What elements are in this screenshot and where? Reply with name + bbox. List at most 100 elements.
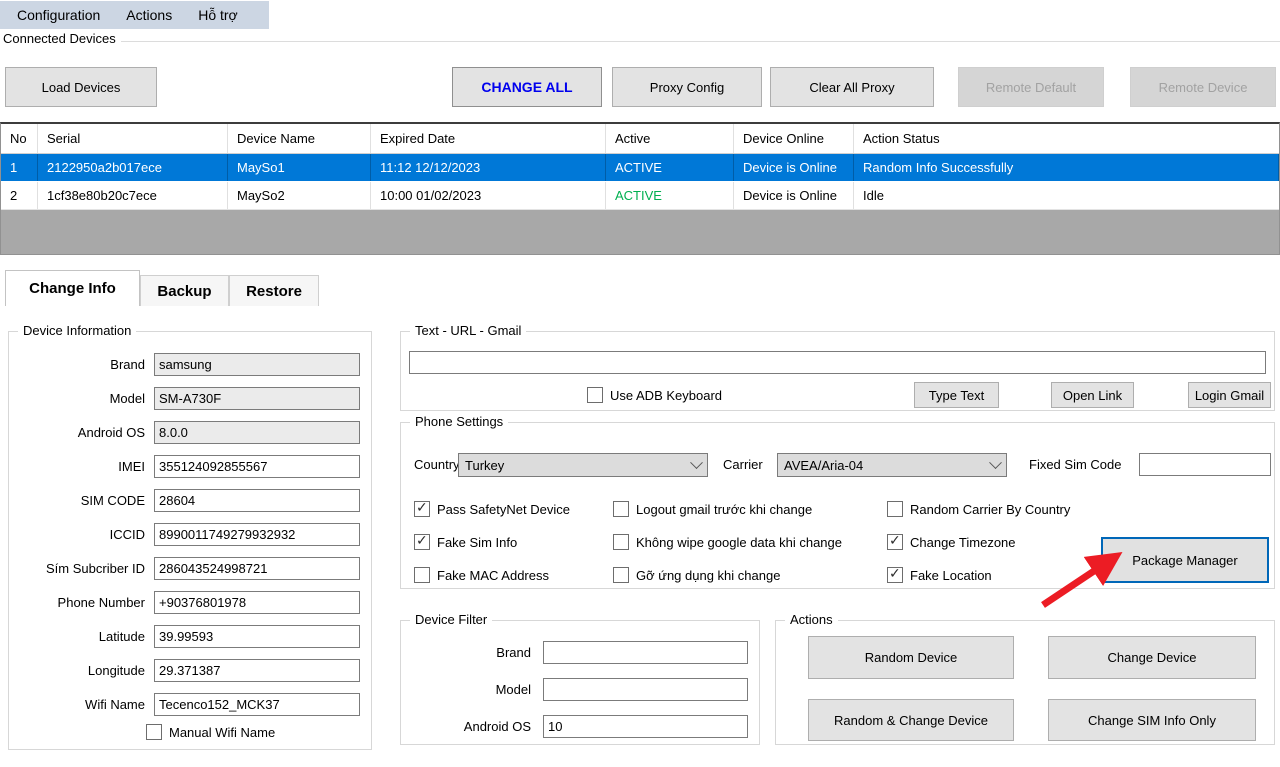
carrier-value: AVEA/Aria-04 bbox=[784, 458, 991, 473]
use-adb-keyboard-checkbox[interactable] bbox=[587, 387, 603, 403]
logout-gmail-label: Logout gmail trước khi change bbox=[629, 502, 812, 517]
random-and-change-device-button[interactable]: Random & Change Device bbox=[808, 699, 1014, 741]
iccid-field[interactable] bbox=[154, 523, 360, 546]
table-row[interactable]: 1 2122950a2b017ece MaySo1 11:12 12/12/20… bbox=[1, 154, 1279, 182]
column-header-expired-date[interactable]: Expired Date bbox=[371, 124, 606, 153]
random-carrier-checkbox[interactable] bbox=[887, 501, 903, 517]
fake-location-checkbox[interactable] bbox=[887, 567, 903, 583]
menu-ho-tro[interactable]: Hỗ trợ bbox=[185, 7, 251, 23]
random-carrier-label: Random Carrier By Country bbox=[903, 502, 1070, 517]
menu-configuration[interactable]: Configuration bbox=[4, 7, 113, 23]
column-header-device-name[interactable]: Device Name bbox=[228, 124, 371, 153]
column-header-action-status[interactable]: Action Status bbox=[854, 124, 1279, 153]
change-sim-info-only-button[interactable]: Change SIM Info Only bbox=[1048, 699, 1256, 741]
brand-field[interactable] bbox=[154, 353, 360, 376]
android-os-label: Android OS bbox=[17, 425, 154, 440]
fake-mac-address-checkbox[interactable] bbox=[414, 567, 430, 583]
pass-safetynet-checkbox[interactable] bbox=[414, 501, 430, 517]
change-timezone-checkbox[interactable] bbox=[887, 534, 903, 550]
cell-no: 1 bbox=[1, 154, 38, 181]
use-adb-keyboard-label: Use ADB Keyboard bbox=[603, 388, 722, 403]
fake-sim-info-checkbox[interactable] bbox=[414, 534, 430, 550]
change-all-button[interactable]: CHANGE ALL bbox=[452, 67, 602, 107]
menu-actions[interactable]: Actions bbox=[113, 7, 185, 23]
text-url-gmail-input[interactable] bbox=[409, 351, 1266, 374]
filter-android-os-field[interactable] bbox=[543, 715, 748, 738]
load-devices-button[interactable]: Load Devices bbox=[5, 67, 157, 107]
checkbox-row: Random Carrier By Country bbox=[887, 500, 1070, 518]
field-row: Latitude bbox=[17, 625, 365, 648]
checkbox-row: Fake MAC Address bbox=[414, 566, 549, 584]
change-timezone-label: Change Timezone bbox=[903, 535, 1016, 550]
field-row: Model bbox=[17, 387, 365, 410]
manual-wifi-name-checkbox[interactable] bbox=[146, 724, 162, 740]
model-label: Model bbox=[17, 391, 154, 406]
sim-code-field[interactable] bbox=[154, 489, 360, 512]
proxy-config-button[interactable]: Proxy Config bbox=[612, 67, 762, 107]
table-empty-area bbox=[1, 210, 1279, 254]
tab-change-info[interactable]: Change Info bbox=[5, 270, 140, 306]
app-window: Configuration Actions Hỗ trợ Connected D… bbox=[0, 0, 1280, 767]
column-header-serial[interactable]: Serial bbox=[38, 124, 228, 153]
type-text-button[interactable]: Type Text bbox=[914, 382, 999, 408]
groupbox-top-line bbox=[121, 41, 1280, 42]
model-field[interactable] bbox=[154, 387, 360, 410]
manual-wifi-row: Manual Wifi Name bbox=[146, 723, 275, 741]
column-header-device-online[interactable]: Device Online bbox=[734, 124, 854, 153]
filter-model-label: Model bbox=[409, 682, 543, 697]
android-os-field[interactable] bbox=[154, 421, 360, 444]
latitude-field[interactable] bbox=[154, 625, 360, 648]
field-row: Android OS bbox=[17, 421, 365, 444]
checkbox-row: Logout gmail trước khi change bbox=[613, 500, 812, 518]
login-gmail-button[interactable]: Login Gmail bbox=[1188, 382, 1271, 408]
connected-devices-legend: Connected Devices bbox=[3, 31, 120, 46]
brand-label: Brand bbox=[17, 357, 154, 372]
change-device-button[interactable]: Change Device bbox=[1048, 636, 1256, 679]
cell-active: ACTIVE bbox=[606, 154, 734, 181]
cell-action-status: Idle bbox=[854, 182, 1279, 209]
random-device-button[interactable]: Random Device bbox=[808, 636, 1014, 679]
fixed-sim-code-label: Fixed Sim Code bbox=[1029, 457, 1121, 472]
logout-gmail-checkbox[interactable] bbox=[613, 501, 629, 517]
open-link-button[interactable]: Open Link bbox=[1051, 382, 1134, 408]
checkbox-row: Fake Sim Info bbox=[414, 533, 517, 551]
column-header-no[interactable]: No bbox=[1, 124, 38, 153]
field-row: Brand bbox=[17, 353, 365, 376]
cell-device-name: MaySo2 bbox=[228, 182, 371, 209]
fake-mac-address-label: Fake MAC Address bbox=[430, 568, 549, 583]
checkbox-row: Pass SafetyNet Device bbox=[414, 500, 570, 518]
khong-wipe-google-data-checkbox[interactable] bbox=[613, 534, 629, 550]
devices-table: No Serial Device Name Expired Date Activ… bbox=[0, 122, 1280, 255]
sim-subscriber-id-field[interactable] bbox=[154, 557, 360, 580]
wifi-name-field[interactable] bbox=[154, 693, 360, 716]
phone-settings-group: Phone Settings Country Turkey Carrier AV… bbox=[400, 422, 1275, 589]
field-row: Brand bbox=[409, 641, 753, 664]
text-url-gmail-legend: Text - URL - Gmail bbox=[410, 323, 526, 338]
tab-backup[interactable]: Backup bbox=[140, 275, 229, 306]
package-manager-button[interactable]: Package Manager bbox=[1101, 537, 1269, 583]
cell-no: 2 bbox=[1, 182, 38, 209]
device-information-group: Device Information Brand Model Android O… bbox=[8, 331, 372, 750]
field-row: Sím Subcriber ID bbox=[17, 557, 365, 580]
latitude-label: Latitude bbox=[17, 629, 154, 644]
field-row: Longitude bbox=[17, 659, 365, 682]
table-row[interactable]: 2 1cf38e80b20c7ece MaySo2 10:00 01/02/20… bbox=[1, 182, 1279, 210]
country-select[interactable]: Turkey bbox=[458, 453, 708, 477]
tab-restore[interactable]: Restore bbox=[229, 275, 319, 306]
field-row: SIM CODE bbox=[17, 489, 365, 512]
longitude-field[interactable] bbox=[154, 659, 360, 682]
column-header-active[interactable]: Active bbox=[606, 124, 734, 153]
carrier-select[interactable]: AVEA/Aria-04 bbox=[777, 453, 1007, 477]
fixed-sim-code-field[interactable] bbox=[1139, 453, 1271, 476]
phone-number-label: Phone Number bbox=[17, 595, 154, 610]
go-ung-dung-checkbox[interactable] bbox=[613, 567, 629, 583]
carrier-label: Carrier bbox=[723, 457, 763, 472]
clear-all-proxy-button[interactable]: Clear All Proxy bbox=[770, 67, 934, 107]
filter-brand-field[interactable] bbox=[543, 641, 748, 664]
field-row: Model bbox=[409, 678, 753, 701]
imei-field[interactable] bbox=[154, 455, 360, 478]
fake-sim-info-label: Fake Sim Info bbox=[430, 535, 517, 550]
cell-expired-date: 11:12 12/12/2023 bbox=[371, 154, 606, 181]
phone-number-field[interactable] bbox=[154, 591, 360, 614]
filter-model-field[interactable] bbox=[543, 678, 748, 701]
